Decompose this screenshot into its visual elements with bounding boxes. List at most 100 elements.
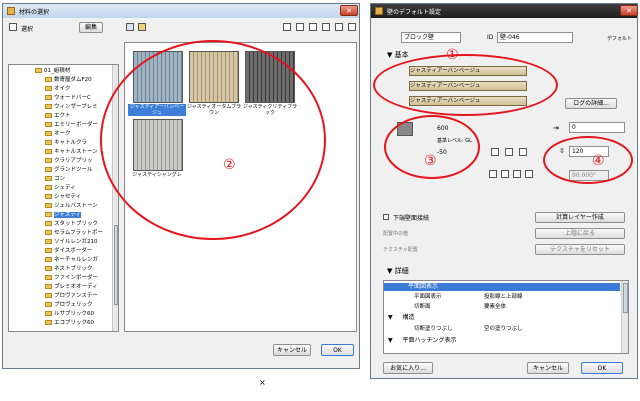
texture-button[interactable]: テクスチャをリセット [535,244,625,255]
view-extra-icon[interactable] [348,23,356,31]
material-label[interactable]: ジャスティクリティブラック [241,104,299,116]
shape-icon[interactable] [513,170,521,178]
angle-field[interactable]: 90.000° [569,170,609,181]
folder-icon [45,203,52,208]
view-small-icon[interactable] [309,23,317,31]
view-list-icon[interactable] [322,23,330,31]
tree-item[interactable]: エクト [45,112,71,120]
tree-item[interactable]: キャトルストーン [45,148,98,156]
tree-item[interactable]: ダイスボーダー [45,247,92,255]
scroll-thumb[interactable] [623,283,628,313]
scroll-thumb[interactable] [114,225,118,305]
tree-item[interactable]: ネーチャルレンガ [45,256,98,264]
view-medium-icon[interactable] [296,23,304,31]
material-swatch[interactable] [245,51,295,103]
structure-row[interactable]: ▼ 構造 [388,314,415,322]
thickness-icon: ⇳ [559,147,565,155]
basic-section-header[interactable]: ▼ 基本 [387,50,409,60]
property-row[interactable]: 切断面 [414,303,431,311]
tree-scrollbar[interactable] [112,65,118,331]
tree-item[interactable]: グランドツール [45,166,93,174]
material-label[interactable]: ジャスティオータムブラウン [185,104,243,116]
layer-row[interactable]: ジャスティアーバンベージュ [409,96,527,106]
tree-item[interactable]: クラリアブリッ [45,157,93,165]
layer-selector[interactable]: ブロック壁 [401,32,461,43]
list-icon[interactable] [9,23,17,31]
height-bottom-value[interactable]: -50 [437,149,447,156]
ok-button[interactable]: OK [581,362,623,374]
cancel-button[interactable]: キャンセル [273,344,311,356]
tree-item[interactable]: スタットブリック [45,220,98,228]
log-details-button[interactable]: ログの詳細... [565,98,617,109]
align-icon[interactable] [491,148,499,156]
tree-item[interactable]: 数寄屋ダムF20 [45,76,92,84]
material-swatch[interactable] [189,51,239,103]
folder-icon [45,320,52,325]
view-large-icon[interactable] [283,23,291,31]
layer-row[interactable]: ジャスティアーバンベージュ [409,81,527,91]
tree-item[interactable]: プロヴァンステー [45,292,98,300]
offset-field[interactable]: 0 [569,122,625,133]
material-swatch[interactable] [133,51,183,103]
property-value[interactable]: 空の塗りつぶし [484,325,523,333]
tree-item[interactable]: セラムフラットボー [45,229,103,237]
tree-item[interactable]: オイク [45,85,70,93]
option-checkbox[interactable] [383,214,389,220]
property-row[interactable]: 切断塗りつぶし [414,325,453,333]
tree-item[interactable]: プロヴェリック [45,301,93,309]
id-field[interactable]: 壁-046 [497,32,573,43]
folder-icon[interactable] [138,23,146,31]
tree-item[interactable]: ファインボーダー [45,274,98,282]
tree-item[interactable]: コン [45,175,65,183]
property-value[interactable]: 投影線と上部線 [484,293,523,301]
view-detail-icon[interactable] [335,23,343,31]
tree-item[interactable]: シェディ [45,184,76,192]
tree-item[interactable]: ウォードバーC [45,94,91,102]
title-bar[interactable]: 壁のデフォルト設定 ✕ [371,4,638,18]
close-button[interactable]: ✕ [620,5,638,16]
floor-button[interactable]: 上階に戻る [535,228,625,239]
cancel-button[interactable]: キャンセル [527,362,569,374]
tree-item[interactable]: キャトルクラ [45,139,87,147]
tree-item-label: オーク [54,131,71,137]
edit-button[interactable]: 編集 [79,22,103,33]
tree-item[interactable]: エコブリック60 [45,319,94,327]
close-button[interactable]: ✕ [340,5,358,16]
tree-item[interactable]: エミリーボーダー [45,121,98,129]
title-bar[interactable]: 材料の選択 ✕ [3,4,359,18]
material-label[interactable]: ジャスティアーバンベージュ [128,104,186,116]
tree-item[interactable]: シャセティ [45,193,81,201]
property-scrollbar[interactable] [621,281,628,353]
shape-icon[interactable] [489,170,497,178]
detail-section-header[interactable]: ▼ 詳細 [387,266,409,276]
tree-item[interactable]: ジェルバストーン [45,202,98,210]
layer-row[interactable]: ジャスティアーバンベージュ [409,66,527,76]
tree-item[interactable]: ジャスティ [45,211,81,219]
material-label[interactable]: ジャスティシャングレ [128,172,186,178]
annotation-label-4: ④ [592,153,605,169]
align-icon[interactable] [505,148,513,156]
shape-icon[interactable] [525,170,533,178]
tree-item[interactable]: ネストブリック [45,265,93,273]
tree-item-label: 数寄屋ダムF20 [54,77,92,83]
tree-item[interactable]: ソイルレンガ210 [45,238,98,246]
favorites-button[interactable]: お気に入り... [383,362,433,374]
calc-layer-button[interactable]: 計算レイヤー作成 [535,212,625,223]
back-arrow-icon[interactable] [126,23,134,31]
height-top-value[interactable]: 600 [437,125,448,132]
ok-button[interactable]: OK [321,344,354,356]
plan-hatch-row[interactable]: ▼ 平面ハッチング表示 [388,337,457,345]
tree-item[interactable]: プレミオオーディ [45,283,98,291]
tree-item[interactable]: オーク [45,130,71,138]
tree-item-label: エミリーボーダー [54,122,99,128]
material-swatch[interactable] [133,119,183,171]
shape-icon[interactable] [501,170,509,178]
plan-display-row[interactable]: 平面図表示 [384,283,620,291]
ref-level-label[interactable]: 基準レベル: GL [437,137,472,144]
tree-item[interactable]: ウィンザープレミ [45,103,98,111]
tree-item[interactable]: ルサブリック60 [45,310,94,318]
tree-root[interactable]: 01_組積材 [35,67,70,75]
property-value[interactable]: 要素全体 [484,303,506,311]
align-icon[interactable] [519,148,527,156]
property-row[interactable]: 平面図表示 [414,293,442,301]
